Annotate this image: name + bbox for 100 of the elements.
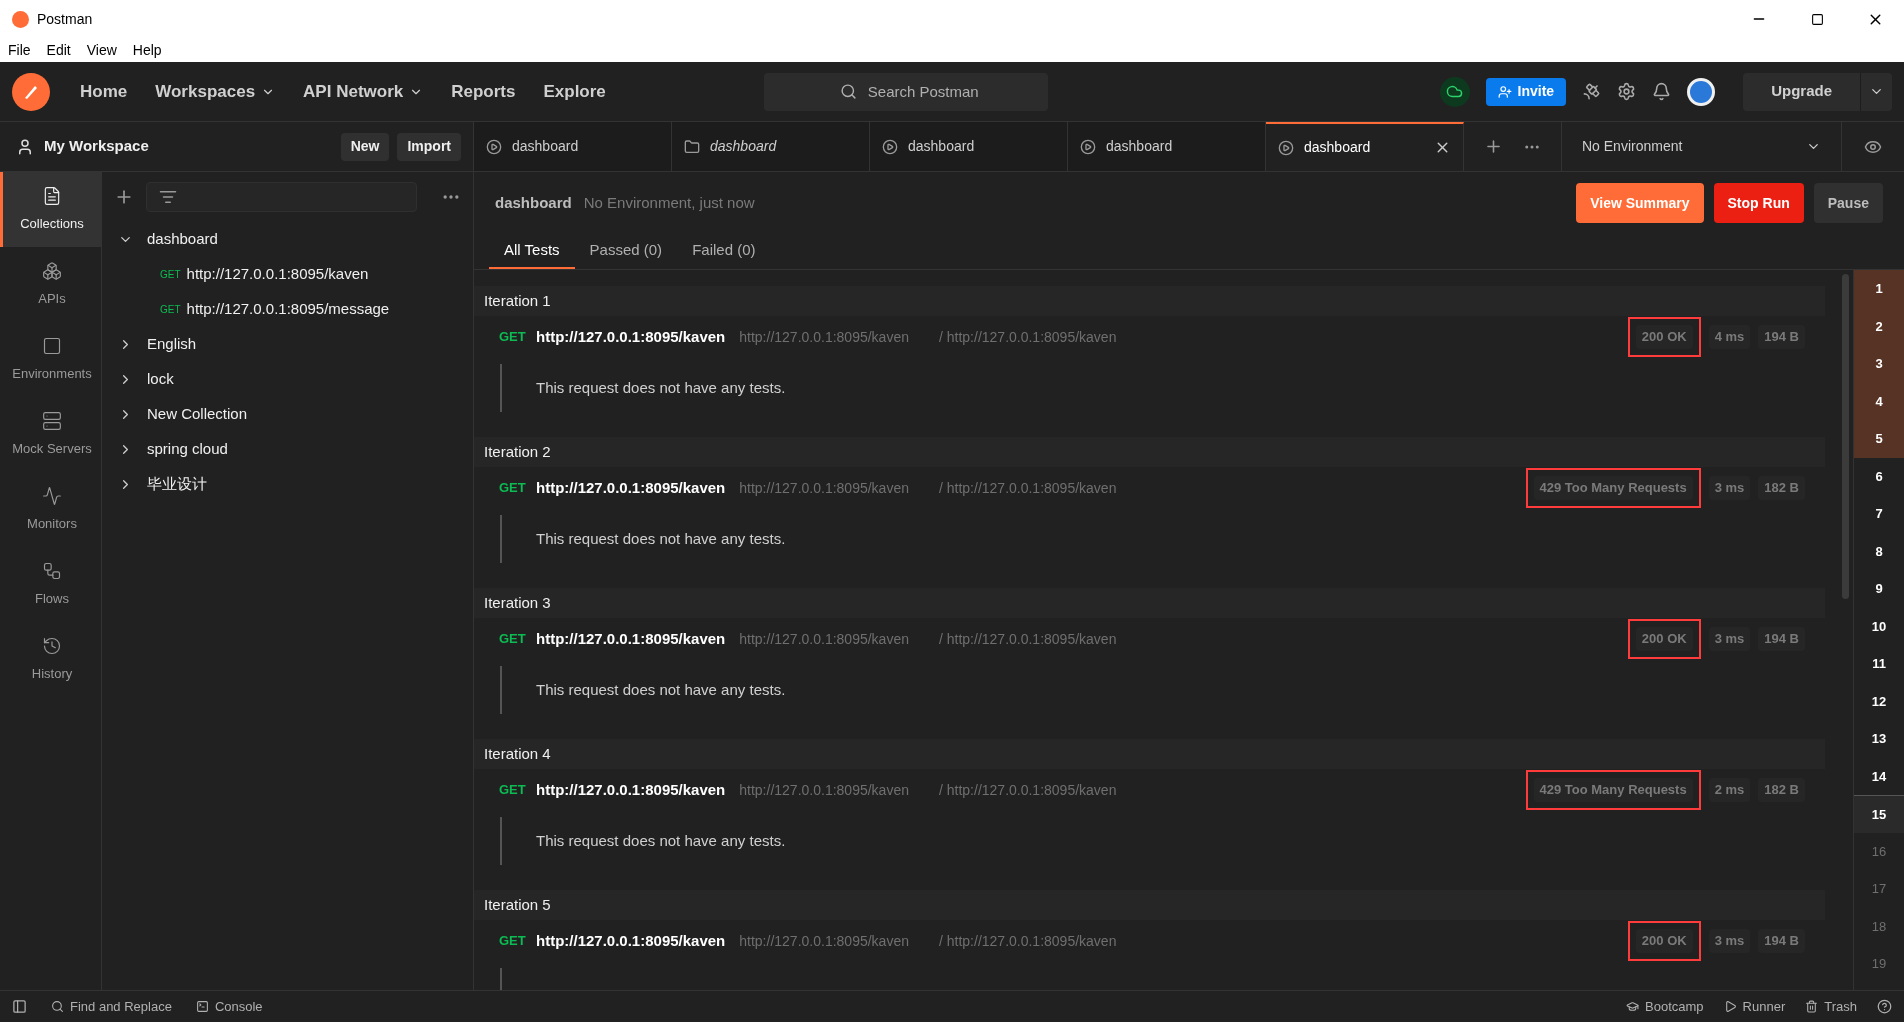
satellite-icon[interactable] bbox=[1582, 82, 1602, 101]
size-text: 182 B bbox=[1758, 778, 1805, 802]
filter-tab[interactable]: Passed (0) bbox=[574, 234, 678, 269]
collection-item[interactable]: 毕业设计 bbox=[102, 467, 473, 502]
request-item[interactable]: GET http://127.0.0.1:8095/kaven bbox=[102, 257, 473, 292]
collection-item[interactable]: dashboard bbox=[102, 222, 473, 257]
collection-item[interactable]: English bbox=[102, 327, 473, 362]
sidebar-toggle-icon[interactable] bbox=[12, 999, 27, 1014]
settings-icon[interactable] bbox=[1617, 82, 1637, 101]
collection-item[interactable]: New Collection bbox=[102, 397, 473, 432]
menu-item[interactable]: Help bbox=[132, 39, 162, 61]
iteration-number[interactable]: 1 bbox=[1854, 270, 1904, 308]
sync-status-icon[interactable] bbox=[1439, 76, 1470, 107]
status-bar-item[interactable]: Bootcamp bbox=[1626, 996, 1704, 1017]
menu-item[interactable]: Edit bbox=[46, 39, 71, 61]
tab[interactable]: dashboard bbox=[1068, 122, 1266, 171]
invite-button[interactable]: Invite bbox=[1485, 77, 1567, 106]
tab[interactable]: dashboard bbox=[1266, 122, 1464, 171]
search-icon bbox=[51, 1000, 64, 1013]
tab[interactable]: dashboard bbox=[870, 122, 1068, 171]
status-bar-item[interactable]: Trash bbox=[1805, 996, 1857, 1017]
status-text: 200 OK bbox=[1635, 325, 1693, 349]
test-message: This request does not have any tests. bbox=[536, 528, 786, 549]
method-label: GET bbox=[499, 932, 527, 951]
rail-item[interactable]: History bbox=[0, 622, 101, 697]
rail-item[interactable]: Collections bbox=[0, 172, 101, 247]
collection-item[interactable]: spring cloud bbox=[102, 432, 473, 467]
method-label: GET bbox=[160, 303, 181, 317]
new-tab-icon[interactable] bbox=[1484, 137, 1503, 156]
iteration-number[interactable]: 6 bbox=[1854, 457, 1904, 495]
run-button[interactable]: Stop Run bbox=[1713, 183, 1804, 223]
iteration-number[interactable]: 13 bbox=[1854, 720, 1904, 758]
time-text: 4 ms bbox=[1708, 325, 1751, 349]
iteration-number[interactable]: 5 bbox=[1854, 420, 1904, 458]
request-name: http://127.0.0.1:8095/kaven bbox=[536, 628, 726, 649]
filter-field[interactable] bbox=[146, 182, 417, 212]
help-icon[interactable] bbox=[1877, 999, 1892, 1014]
request-url: http://127.0.0.1:8095/kaven bbox=[739, 629, 909, 649]
maximize-icon[interactable] bbox=[1810, 12, 1824, 26]
method-label: GET bbox=[160, 268, 181, 282]
iteration-number[interactable]: 7 bbox=[1854, 495, 1904, 533]
request-item[interactable]: GET http://127.0.0.1:8095/message bbox=[102, 292, 473, 327]
run-name: dashboard bbox=[495, 192, 572, 213]
iteration-title: Iteration 2 bbox=[484, 441, 551, 462]
notifications-icon[interactable] bbox=[1652, 82, 1672, 101]
status-bar-item[interactable]: Runner bbox=[1723, 996, 1786, 1017]
iteration-number[interactable]: 4 bbox=[1854, 382, 1904, 420]
menu-item[interactable]: View bbox=[86, 39, 117, 61]
upgrade-button[interactable]: Upgrade bbox=[1743, 72, 1892, 111]
app-logo-icon bbox=[12, 10, 29, 28]
iteration-number[interactable]: 2 bbox=[1854, 307, 1904, 345]
nav-link[interactable]: Workspaces bbox=[141, 78, 290, 105]
menu-item[interactable]: File bbox=[8, 39, 31, 61]
search-field[interactable]: Search Postman bbox=[763, 72, 1048, 111]
runner-icon bbox=[1278, 139, 1294, 156]
iteration-number[interactable]: 14 bbox=[1854, 757, 1904, 795]
rail-item[interactable]: Flows bbox=[0, 547, 101, 622]
environment-select[interactable]: No Environment bbox=[1562, 122, 1842, 171]
rail-item[interactable]: APIs bbox=[0, 247, 101, 322]
workspace-button[interactable]: Import bbox=[397, 132, 461, 161]
rail-item[interactable]: Monitors bbox=[0, 472, 101, 547]
tab[interactable]: dashboard bbox=[672, 122, 870, 171]
filter-tab[interactable]: Failed (0) bbox=[677, 234, 771, 269]
request-path: / http://127.0.0.1:8095/kaven bbox=[938, 931, 1117, 951]
status-bar-item[interactable]: Find and Replace bbox=[51, 996, 172, 1017]
app-logo-icon bbox=[12, 72, 50, 111]
iteration-number[interactable]: 9 bbox=[1854, 570, 1904, 608]
rail-item[interactable]: Mock Servers bbox=[0, 397, 101, 472]
iteration-number[interactable]: 15 bbox=[1854, 795, 1904, 833]
status-text: 429 Too Many Requests bbox=[1533, 476, 1693, 500]
collection-item[interactable]: lock bbox=[102, 362, 473, 397]
nav-link[interactable]: Reports bbox=[437, 78, 530, 105]
iteration-title: Iteration 3 bbox=[484, 592, 551, 613]
request-path: / http://127.0.0.1:8095/kaven bbox=[938, 629, 1117, 649]
nav-link[interactable]: Home bbox=[66, 78, 142, 105]
nav-link[interactable]: Explore bbox=[529, 78, 620, 105]
rail-item[interactable]: Environments bbox=[0, 322, 101, 397]
iteration-number[interactable]: 8 bbox=[1854, 532, 1904, 570]
size-text: 194 B bbox=[1758, 325, 1805, 349]
tab[interactable]: dashboard bbox=[474, 122, 672, 171]
time-text: 3 ms bbox=[1708, 929, 1751, 953]
request-name: http://127.0.0.1:8095/kaven bbox=[186, 264, 369, 285]
filter-icon bbox=[159, 188, 177, 206]
time-text: 3 ms bbox=[1708, 627, 1751, 651]
terminal-icon bbox=[195, 1000, 209, 1013]
history-icon bbox=[42, 635, 62, 656]
nav-link[interactable]: API Network bbox=[289, 78, 438, 105]
workspace-button[interactable]: New bbox=[340, 132, 390, 161]
iteration-number[interactable]: 11 bbox=[1854, 645, 1904, 683]
runner-icon bbox=[486, 138, 502, 155]
method-label: GET bbox=[499, 479, 527, 498]
iteration-number[interactable]: 10 bbox=[1854, 607, 1904, 645]
size-text: 182 B bbox=[1758, 476, 1805, 500]
iteration-number[interactable]: 3 bbox=[1854, 345, 1904, 383]
status-bar-item[interactable]: Console bbox=[195, 996, 263, 1017]
run-button[interactable]: Pause bbox=[1813, 183, 1883, 223]
iteration-number[interactable]: 12 bbox=[1854, 682, 1904, 720]
filter-tab[interactable]: All Tests bbox=[489, 234, 575, 269]
avatar-icon[interactable] bbox=[1687, 77, 1716, 106]
iteration-title: Iteration 1 bbox=[484, 290, 551, 311]
